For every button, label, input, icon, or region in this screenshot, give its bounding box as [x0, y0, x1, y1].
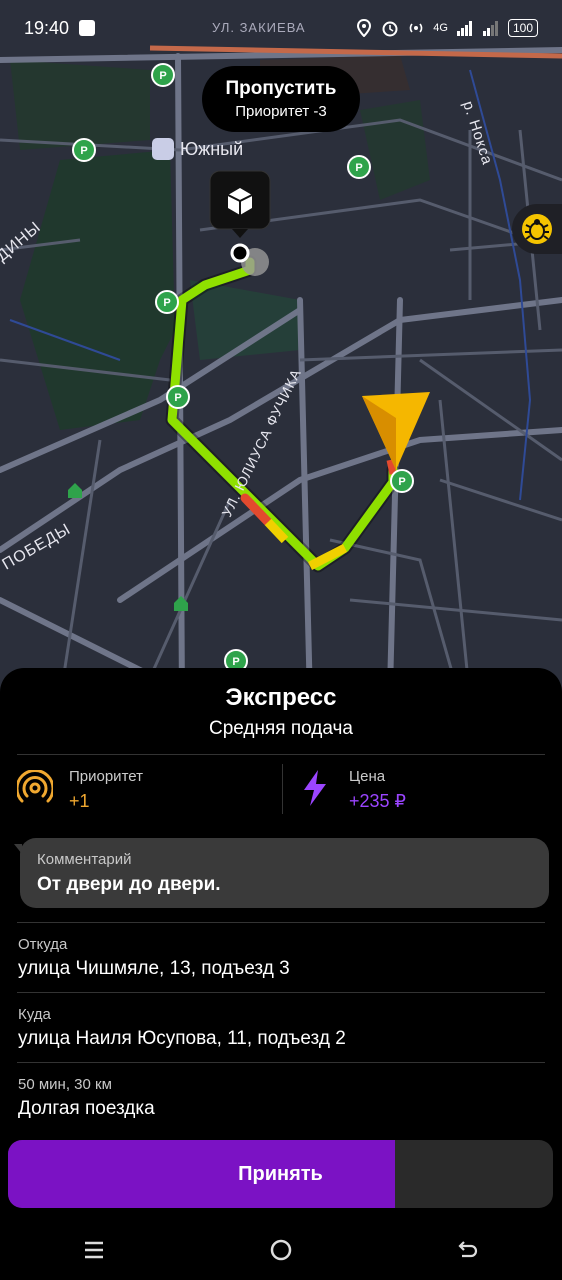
recent-apps-button[interactable]: [64, 1230, 124, 1270]
svg-text:P: P: [398, 476, 405, 488]
accept-button[interactable]: Принять: [8, 1140, 553, 1208]
priority-stat: Приоритет +1: [69, 768, 143, 818]
comment-label: Комментарий: [37, 851, 132, 868]
priority-value: +1: [69, 791, 90, 811]
accept-button-label: Принять: [238, 1163, 323, 1185]
divider: [17, 1062, 545, 1063]
shopping-icon: [152, 138, 174, 160]
divider: [17, 922, 545, 923]
hotspot-icon: [410, 23, 423, 33]
divider: [17, 992, 545, 993]
comment-bubble: Комментарий От двери до двери.: [20, 838, 549, 908]
price-stat: Цена +235 ₽: [349, 768, 406, 818]
priority-icon: [17, 770, 53, 803]
system-nav-bar: [0, 1220, 562, 1280]
lightning-icon: [304, 770, 326, 806]
menu-icon: [84, 1241, 103, 1259]
price-label: Цена: [349, 768, 386, 785]
trip-info: 50 мин, 30 км: [18, 1076, 112, 1093]
status-bar: 19:40 4G 100: [0, 0, 562, 56]
home-circle-icon: [270, 1239, 292, 1261]
signal-icon-2: [482, 21, 498, 36]
signal-icon: [456, 21, 472, 36]
svg-text:P: P: [174, 392, 181, 404]
skip-priority-text: Приоритет -3: [235, 103, 327, 120]
to-label: Куда: [18, 1006, 51, 1023]
svg-text:P: P: [163, 297, 170, 309]
svg-text:P: P: [159, 70, 166, 82]
comment-text: От двери до двери.: [37, 874, 221, 895]
stat-divider: [282, 764, 283, 814]
trip-type: Долгая поездка: [18, 1098, 155, 1119]
screen: PPP PPP P УЛ. ЮЛИУСА ФУЧИКА ПОБЕДЫ ДИНЫ …: [0, 0, 562, 1280]
price-value: +235 ₽: [349, 791, 406, 811]
skip-button-label: Пропустить: [225, 78, 337, 99]
bug-report-button[interactable]: [512, 204, 562, 254]
notification-icon: [79, 20, 96, 36]
to-address: улица Наиля Юсупова, 11, подъезд 2: [18, 1028, 346, 1049]
priority-label: Приоритет: [69, 768, 143, 785]
order-title: Экспресс: [225, 684, 337, 711]
skip-button[interactable]: Пропустить Приоритет -3: [202, 66, 360, 132]
from-label: Откуда: [18, 936, 68, 953]
divider: [17, 754, 545, 755]
svg-text:P: P: [232, 656, 239, 668]
network-type: 4G: [433, 22, 448, 34]
bug-icon: [522, 214, 552, 244]
back-arrow-icon: [458, 1241, 478, 1258]
district-label: Южный: [180, 139, 244, 159]
order-subtitle: Средняя подача: [208, 718, 353, 739]
status-time: 19:40: [24, 17, 70, 38]
svg-text:P: P: [80, 145, 87, 157]
package-marker-icon: [209, 170, 271, 238]
back-button[interactable]: [438, 1230, 498, 1270]
battery-indicator: 100: [507, 19, 538, 37]
home-button[interactable]: [251, 1230, 311, 1270]
svg-text:P: P: [355, 162, 362, 174]
start-point-icon: [230, 243, 250, 263]
location-icon: [357, 19, 372, 37]
alarm-icon: [382, 21, 398, 37]
from-address: улица Чишмяле, 13, подъезд 3: [18, 958, 290, 979]
map[interactable]: PPP PPP P УЛ. ЮЛИУСА ФУЧИКА ПОБЕДЫ ДИНЫ …: [0, 0, 562, 700]
